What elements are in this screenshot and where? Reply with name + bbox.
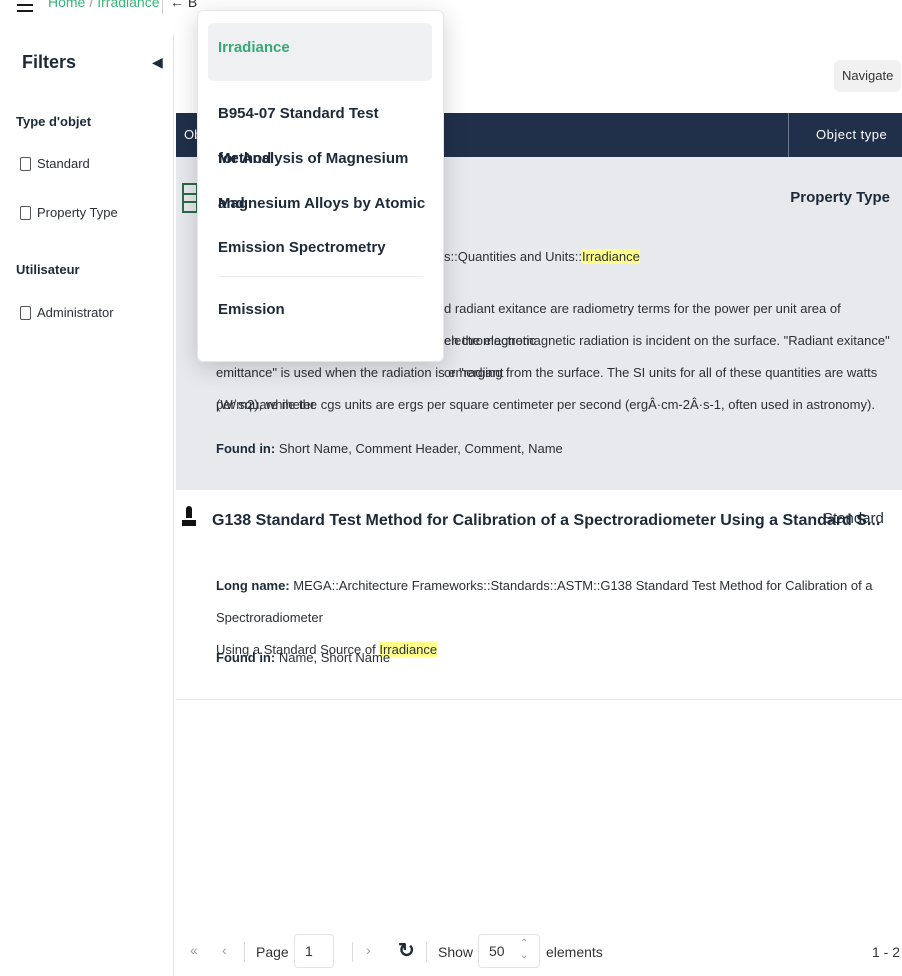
checkbox-icon[interactable] xyxy=(20,156,31,171)
long-name-label: Long name: xyxy=(216,578,290,593)
breadcrumb: Home / Irradiance xyxy=(48,0,160,10)
dropdown-item-emission[interactable]: Emission xyxy=(218,287,428,332)
highlight: Irradiance xyxy=(582,249,640,264)
found-in-value: Name, Short Name xyxy=(278,650,391,665)
filter-label: Property Type xyxy=(37,205,118,220)
object-type: Standard xyxy=(823,510,884,527)
checkbox-icon[interactable] xyxy=(20,305,31,320)
page-size-input[interactable]: 50 xyxy=(478,934,540,968)
page-label: Page xyxy=(256,944,289,960)
found-in: Found in: Short Name, Comment Header, Co… xyxy=(216,441,563,456)
dropdown-item-line[interactable]: Magnesium Alloys by Atomic xyxy=(218,181,428,226)
result-title[interactable]: G138 Standard Test Method for Calibratio… xyxy=(212,512,880,530)
dropdown-divider xyxy=(218,276,423,277)
breadcrumb-dropdown: Irradiance B954-07 Standard Test Method … xyxy=(197,10,444,362)
standard-stamp-icon xyxy=(182,506,196,528)
filters-title: Filters xyxy=(22,52,77,72)
filter-property-type[interactable]: Property Type xyxy=(20,205,118,220)
pagination: « ‹ Page 1 › ↻ Show 50 ⌃ ⌄ elements 1 - 2 xyxy=(176,930,902,974)
show-label: Show xyxy=(438,944,474,960)
found-in-label: Found in: xyxy=(216,441,276,456)
filter-administrator[interactable]: Administrator xyxy=(20,305,114,320)
refresh-icon[interactable]: ↻ xyxy=(398,938,415,963)
top-bar: Home / Irradiance ← B xyxy=(0,0,902,24)
collapse-sidebar-icon[interactable]: ◀ xyxy=(152,54,163,71)
back-button[interactable]: ← B xyxy=(170,0,197,10)
found-in-label: Found in: xyxy=(216,650,276,665)
navigate-button[interactable]: Navigate xyxy=(834,60,902,92)
long-name-text: MEGA::Architecture Frameworks::Standards… xyxy=(216,578,873,625)
elements-label: elements xyxy=(546,944,603,960)
divider xyxy=(352,942,353,962)
back-arrow-icon: ← xyxy=(170,0,184,10)
long-name-text: s::Quantities and Units:: xyxy=(444,249,583,264)
divider xyxy=(244,942,245,962)
dropdown-item-irradiance[interactable]: Irradiance xyxy=(218,39,290,56)
column-divider xyxy=(788,113,789,157)
first-page-icon[interactable]: « xyxy=(190,942,198,958)
breadcrumb-home[interactable]: Home xyxy=(48,0,85,10)
property-type-icon xyxy=(182,183,198,213)
next-page-icon[interactable]: › xyxy=(366,942,371,958)
table-row[interactable]: G138 Standard Test Method for Calibratio… xyxy=(176,490,902,700)
filter-label: Standard xyxy=(37,156,90,171)
result-range: 1 - 2 xyxy=(871,944,900,960)
stepper-icon[interactable]: ⌃ ⌄ xyxy=(520,938,528,962)
filter-group-user: Utilisateur xyxy=(16,262,80,277)
page-input[interactable]: 1 xyxy=(294,934,334,968)
long-name: s::Quantities and Units::Irradiance xyxy=(444,249,640,264)
filter-group-object-type: Type d'objet xyxy=(16,114,92,129)
filter-standard[interactable]: Standard xyxy=(20,156,90,171)
divider xyxy=(162,0,163,14)
column-header-object-type[interactable]: Object type xyxy=(816,127,887,142)
dropdown-item-line[interactable]: Emission Spectrometry xyxy=(218,225,428,270)
found-in-value: Short Name, Comment Header, Comment, Nam… xyxy=(278,441,563,456)
back-label: B xyxy=(187,0,198,10)
divider xyxy=(426,942,427,962)
filter-label: Administrator xyxy=(37,305,114,320)
previous-page-icon[interactable]: ‹ xyxy=(222,942,227,958)
breadcrumb-current[interactable]: Irradiance xyxy=(97,0,159,10)
menu-icon[interactable] xyxy=(14,0,36,20)
description-line: (W/m2), while the cgs units are ergs per… xyxy=(216,397,875,412)
checkbox-icon[interactable] xyxy=(20,205,31,220)
filters-sidebar: Filters ◀ Type d'objet Standard Property… xyxy=(0,34,174,976)
found-in: Found in: Name, Short Name xyxy=(216,650,390,665)
object-type: Property Type xyxy=(790,189,890,206)
